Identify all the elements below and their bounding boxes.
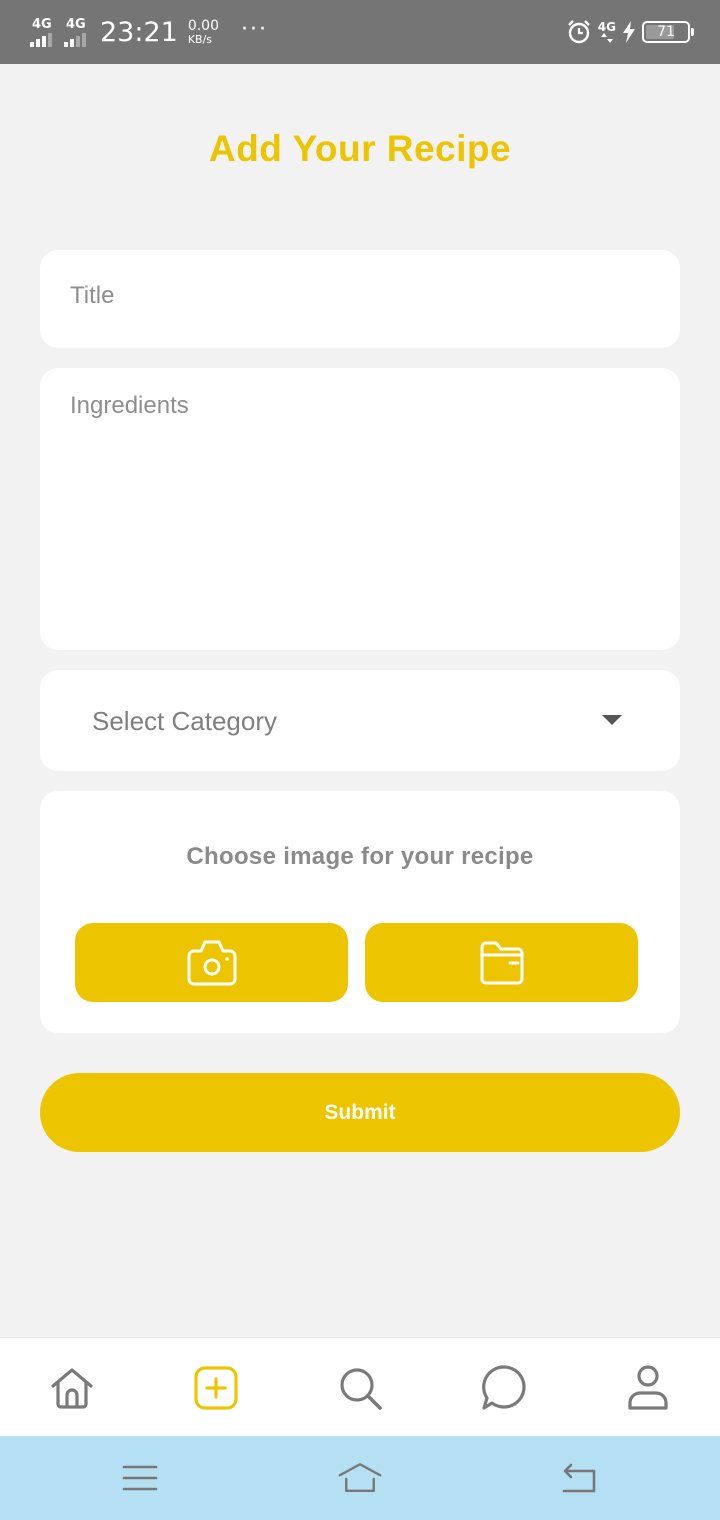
add-icon <box>194 1366 238 1410</box>
chat-icon <box>482 1365 526 1410</box>
signal-label: 4G <box>66 17 86 32</box>
system-navigation-bar <box>0 1436 720 1520</box>
profile-icon <box>628 1365 668 1410</box>
nav-search[interactable] <box>334 1362 386 1414</box>
menu-icon <box>122 1465 158 1491</box>
image-picker-prompt: Choose image for your recipe <box>186 843 534 870</box>
image-picker-card: Choose image for your recipe <box>40 791 680 1033</box>
clock: 23:21 <box>100 16 178 48</box>
back-icon <box>562 1463 596 1493</box>
network-speed-unit: KB/s <box>187 32 213 46</box>
status-left: 4G 4G 23:21 0.00 KB/s ··· <box>30 14 268 50</box>
folder-icon <box>480 941 523 984</box>
network-speed-value: 0.00 <box>187 17 219 34</box>
search-icon <box>340 1368 382 1410</box>
status-right: 4G 71 <box>566 18 694 46</box>
system-back-button[interactable] <box>556 1458 600 1498</box>
network-speed: 0.00 KB/s <box>188 19 219 45</box>
page-title: Add Your Recipe <box>208 128 512 169</box>
home-outline-icon <box>338 1463 382 1493</box>
nav-add-recipe[interactable] <box>190 1362 242 1414</box>
charging-icon <box>623 21 635 43</box>
battery-icon: 71 <box>642 21 694 43</box>
alarm-icon <box>567 20 590 44</box>
battery-level: 71 <box>657 24 675 40</box>
camera-button[interactable] <box>75 923 348 1002</box>
submit-button[interactable]: Submit <box>40 1073 680 1152</box>
network-type: 4G <box>597 20 616 34</box>
dropdown-arrow-icon[interactable] <box>602 715 622 725</box>
title-input[interactable]: Title <box>40 250 680 348</box>
nav-profile[interactable] <box>622 1362 674 1414</box>
system-home-button[interactable] <box>338 1458 382 1498</box>
home-icon <box>51 1368 93 1409</box>
ingredients-placeholder: Ingredients <box>70 392 189 419</box>
more-notifications-icon: ··· <box>240 16 268 42</box>
camera-icon <box>187 940 236 985</box>
gallery-button[interactable] <box>365 923 638 1002</box>
category-selected-value: Select Category <box>92 706 277 736</box>
system-menu-button[interactable] <box>118 1458 162 1498</box>
ingredients-textarea[interactable]: Ingredients <box>40 368 680 650</box>
nav-home[interactable] <box>46 1362 98 1414</box>
mobile-data-icon: 4G <box>598 21 616 43</box>
nav-chat[interactable] <box>478 1362 530 1414</box>
signal-icon: 4G <box>30 17 56 47</box>
title-placeholder: Title <box>70 282 115 309</box>
signal-label: 4G <box>32 17 52 32</box>
bottom-navigation <box>0 1337 720 1436</box>
category-select[interactable]: Select Category <box>40 670 680 771</box>
signal-icon: 4G <box>64 17 90 47</box>
status-bar: 4G 4G 23:21 0.00 KB/s ··· 4G 71 <box>0 0 720 64</box>
